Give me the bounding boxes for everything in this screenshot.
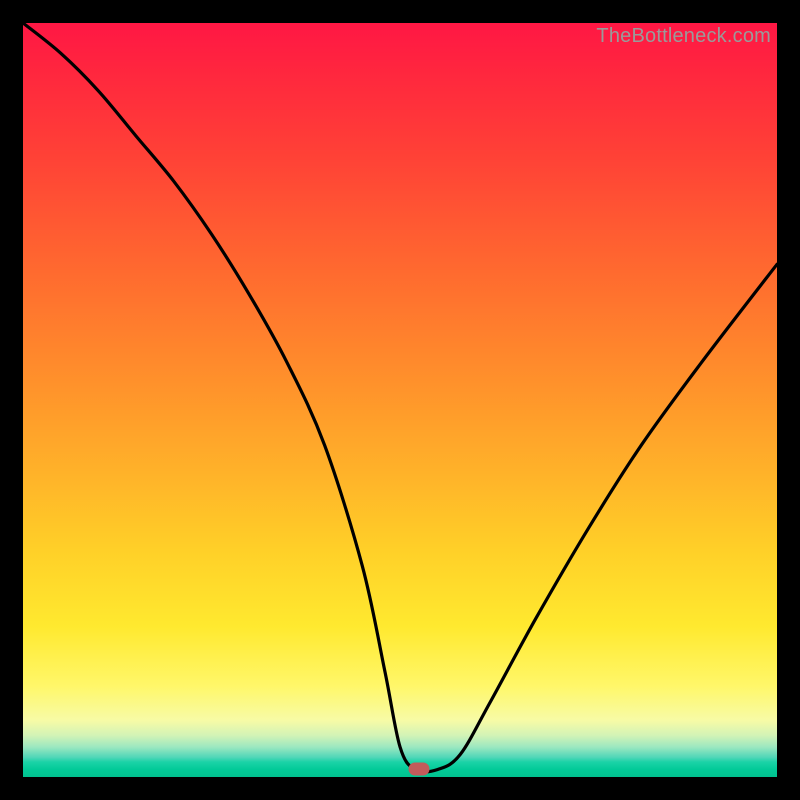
- curve-svg: [23, 23, 777, 777]
- chart-frame: TheBottleneck.com: [0, 0, 800, 800]
- bottleneck-marker: [408, 763, 429, 776]
- plot-area: TheBottleneck.com: [23, 23, 777, 777]
- bottleneck-curve-path: [23, 23, 777, 772]
